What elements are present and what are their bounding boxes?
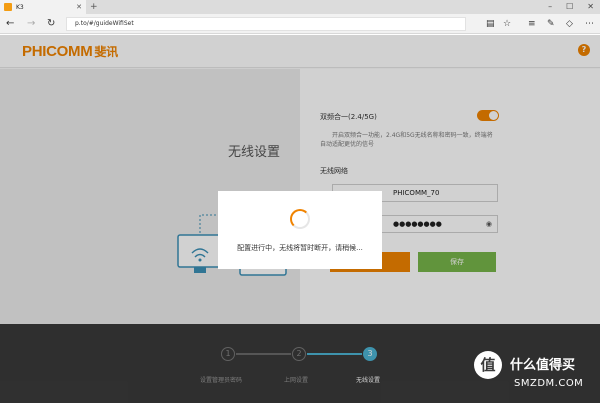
close-window-button[interactable]: ✕ xyxy=(587,1,594,13)
web-note-icon[interactable]: ✎ xyxy=(547,18,555,30)
minimize-button[interactable]: – xyxy=(548,1,552,13)
share-icon[interactable]: ◇ xyxy=(566,18,573,30)
hub-icon[interactable]: ≡ xyxy=(528,18,536,30)
url-text: p.to/#/guideWifiSet xyxy=(75,20,134,27)
tab-close-icon[interactable]: ✕ xyxy=(76,3,82,11)
browser-tab-bar: K3 ✕ + – ☐ ✕ xyxy=(0,0,600,14)
favorite-star-icon[interactable]: ☆ xyxy=(503,18,511,30)
forward-icon[interactable]: → xyxy=(27,17,35,31)
watermark-title: 什么值得买 xyxy=(510,358,576,373)
watermark-badge-icon: 值 xyxy=(474,351,502,379)
window-controls: – ☐ ✕ xyxy=(548,1,594,13)
smzdm-watermark: 值 什么值得买 SMZDM.COM xyxy=(474,348,596,400)
maximize-button[interactable]: ☐ xyxy=(566,1,573,13)
address-bar[interactable]: p.to/#/guideWifiSet xyxy=(66,17,466,31)
watermark-subtitle: SMZDM.COM xyxy=(514,378,584,389)
reading-view-icon[interactable]: ▤ xyxy=(486,18,495,30)
loading-spinner-icon xyxy=(290,209,310,229)
browser-tab[interactable]: K3 ✕ xyxy=(0,0,86,14)
new-tab-button[interactable]: + xyxy=(90,1,98,13)
loading-dialog: 配置进行中，无线将暂时断开，请稍候... xyxy=(218,191,382,269)
refresh-icon[interactable]: ↻ xyxy=(47,17,55,31)
tab-favicon-icon xyxy=(4,3,12,11)
back-icon[interactable]: ← xyxy=(6,17,14,31)
browser-nav-bar: ← → ↻ p.to/#/guideWifiSet ▤ ☆ ≡ ✎ ◇ ⋯ xyxy=(0,14,600,34)
tab-title: K3 xyxy=(16,3,24,11)
more-icon[interactable]: ⋯ xyxy=(585,18,594,30)
loading-message: 配置进行中，无线将暂时断开，请稍候... xyxy=(237,244,363,252)
